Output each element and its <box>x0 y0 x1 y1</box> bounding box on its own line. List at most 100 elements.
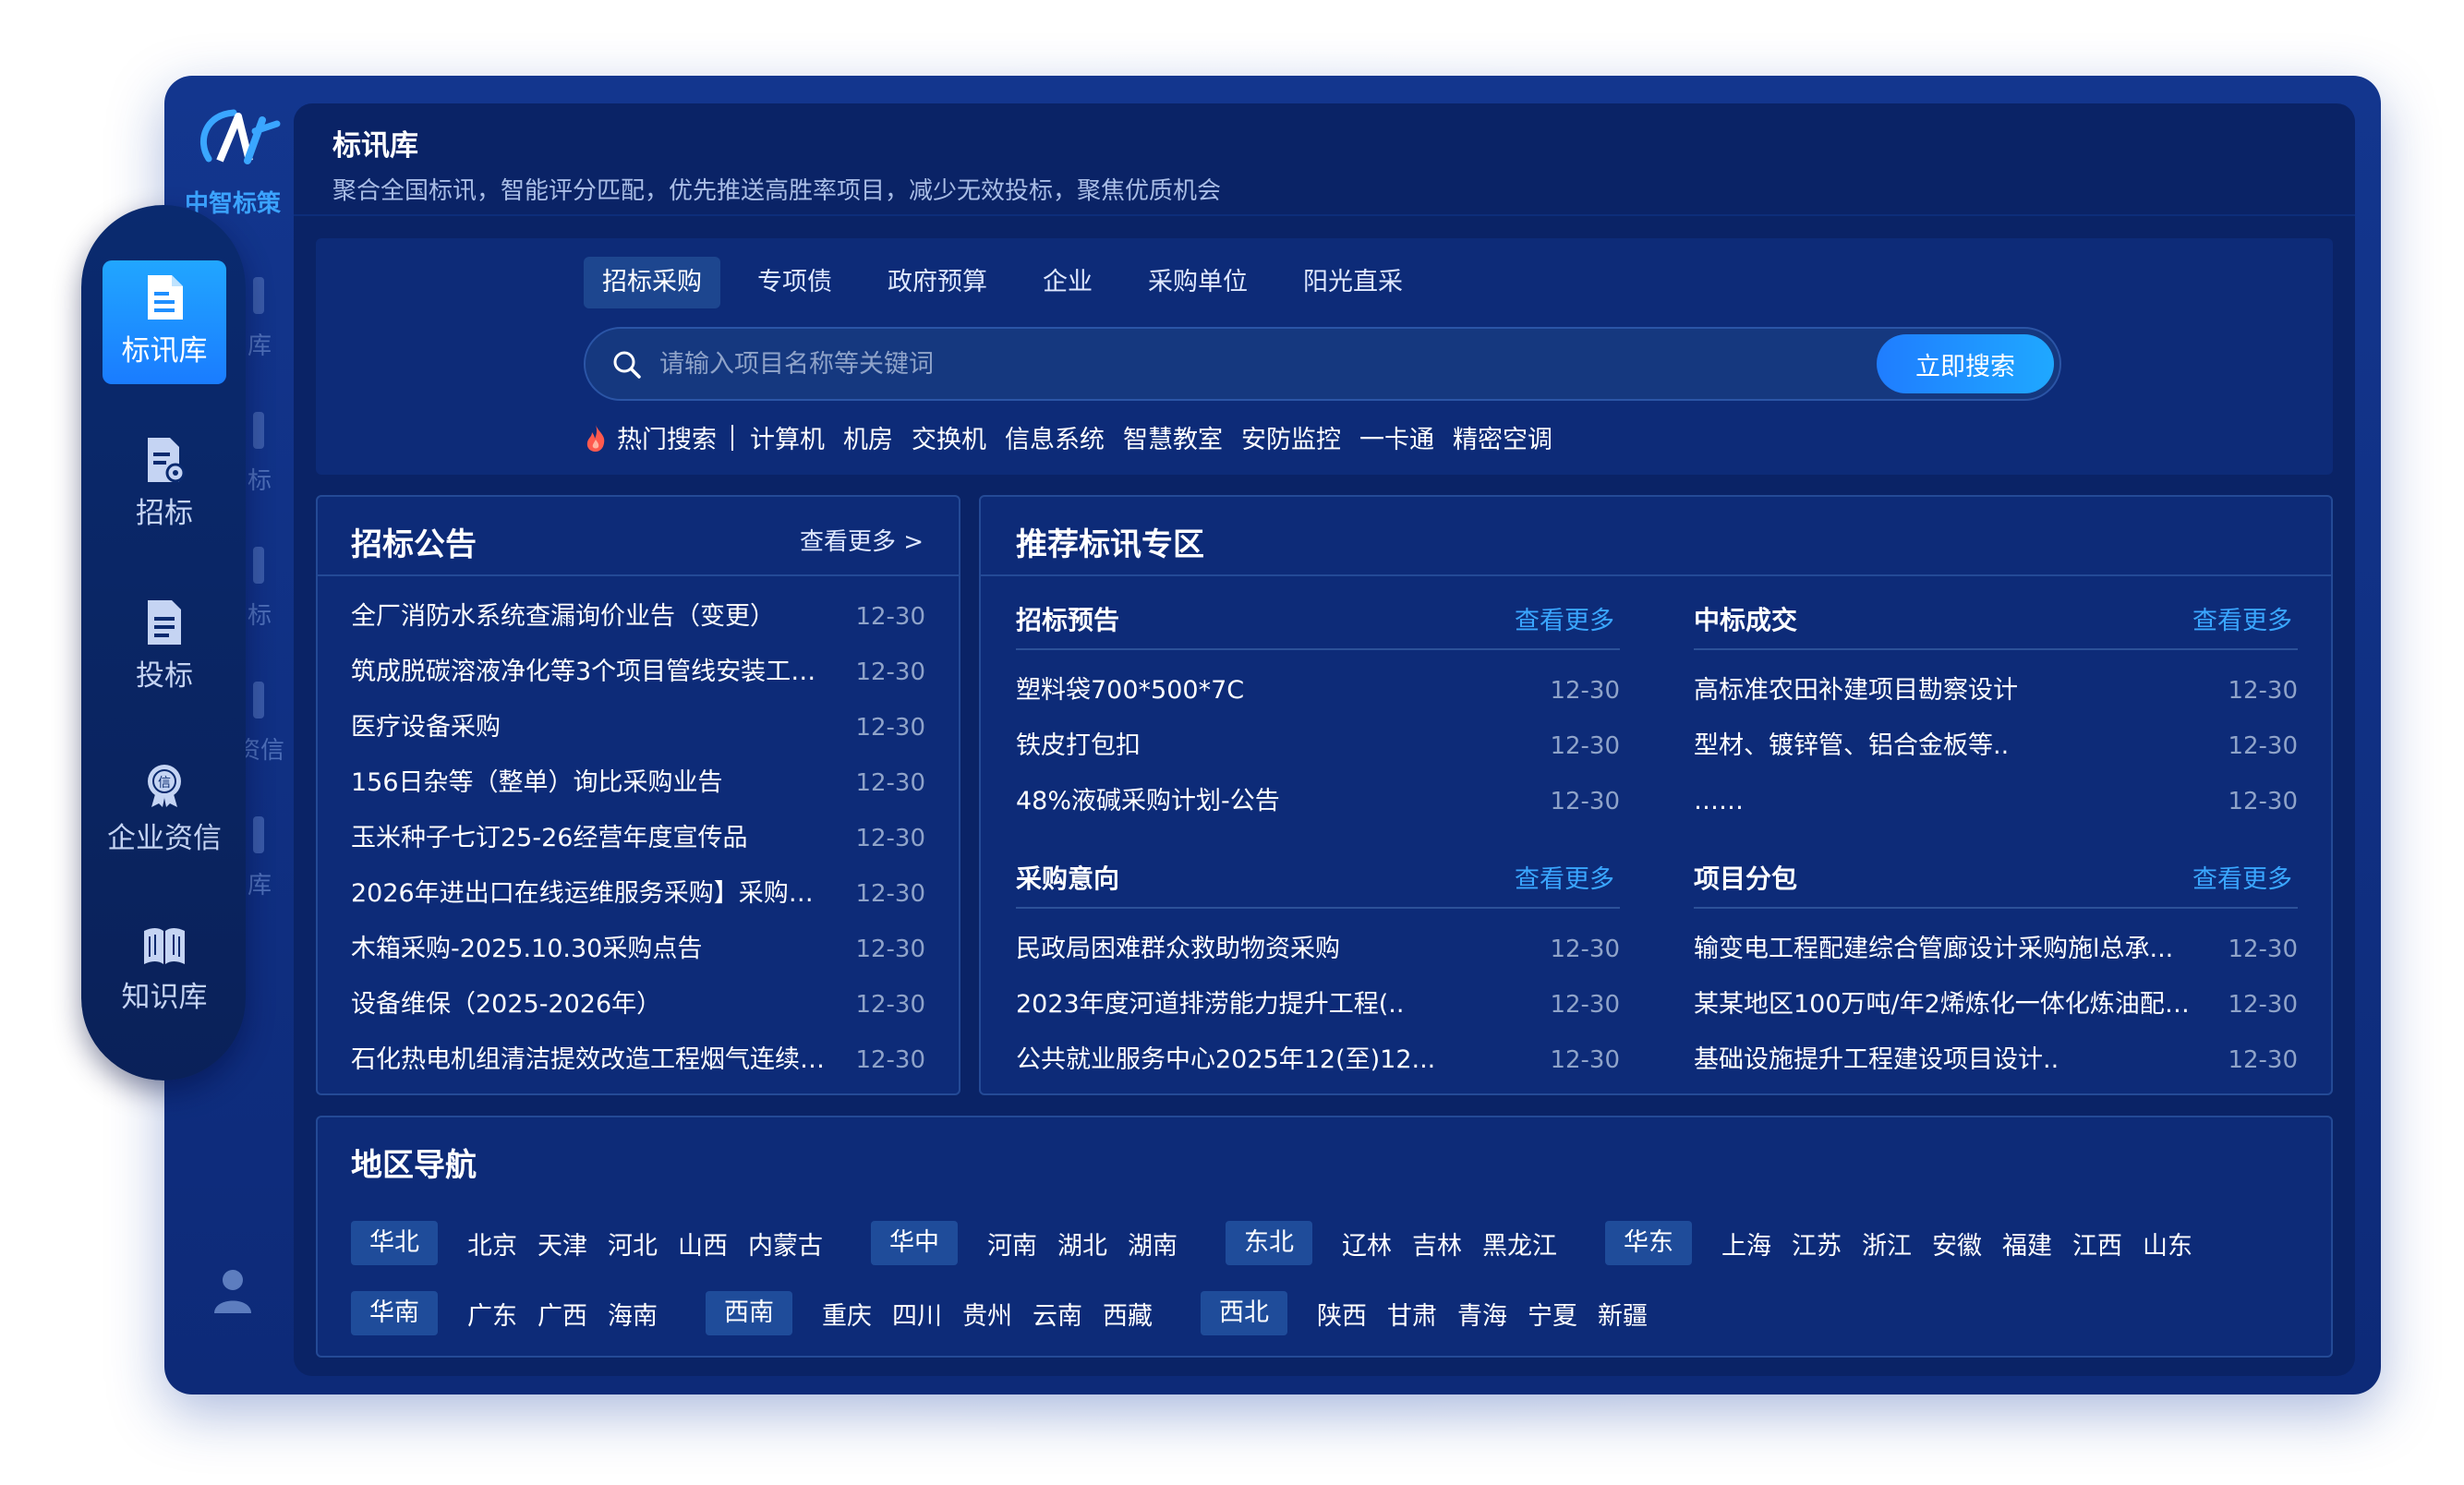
region-city[interactable]: 北京 <box>467 1225 517 1262</box>
region-city[interactable]: 内蒙古 <box>748 1225 823 1262</box>
region-city[interactable]: 河南 <box>987 1225 1037 1262</box>
hot-keyword[interactable]: 安防监控 <box>1241 419 1341 455</box>
recommend-row[interactable]: 铁皮打包扣 12-30 <box>1016 728 1620 765</box>
recommend-row[interactable]: 2023年度河道排涝能力提升工程(.. 12-30 <box>1016 986 1620 1023</box>
nav-item-knowledge[interactable]: 知识库 <box>103 911 226 1034</box>
region-city[interactable]: 宁夏 <box>1528 1296 1577 1332</box>
region-city[interactable]: 甘肃 <box>1387 1296 1437 1332</box>
tab-special-bonds[interactable]: 专项债 <box>739 257 851 308</box>
recommend-row[interactable]: 塑料袋700*500*7C 12-30 <box>1016 672 1620 709</box>
region-city[interactable]: 陕西 <box>1317 1296 1367 1332</box>
document-list-icon <box>148 600 181 645</box>
tab-government-budget[interactable]: 政府预算 <box>869 257 1006 308</box>
region-city[interactable]: 江西 <box>2072 1225 2122 1262</box>
search-input[interactable] <box>659 338 1768 390</box>
recommend-row[interactable]: …… 12-30 <box>1694 783 2298 820</box>
announcement-row[interactable]: 医疗设备采购 12-30 <box>351 709 925 746</box>
region-city[interactable]: 广西 <box>537 1296 587 1332</box>
hot-keyword[interactable]: 机房 <box>843 419 893 455</box>
announcement-row[interactable]: 156日杂等（整单）询比采购业告 12-30 <box>351 765 925 802</box>
recommend-divider <box>981 574 2331 576</box>
region-city[interactable]: 青海 <box>1457 1296 1507 1332</box>
section-more-intent[interactable]: 查看更多 <box>1515 859 1614 895</box>
hot-keyword[interactable]: 精密空调 <box>1453 419 1552 455</box>
nav-label: 企业资信 <box>107 822 222 855</box>
region-city[interactable]: 浙江 <box>1862 1225 1912 1262</box>
region-city[interactable]: 广东 <box>467 1296 517 1332</box>
tab-bidding-procurement[interactable]: 招标采购 <box>584 257 720 308</box>
region-tag[interactable]: 东北 <box>1226 1221 1312 1265</box>
section-more-preview[interactable]: 查看更多 <box>1515 600 1614 636</box>
region-tag[interactable]: 西北 <box>1201 1291 1287 1335</box>
nav-item-tender[interactable]: 投标 <box>103 586 226 709</box>
tab-direct-purchase[interactable]: 阳光直采 <box>1285 257 1421 308</box>
announcement-row[interactable]: 全厂消防水系统查漏询价业告（变更） 12-30 <box>351 598 925 635</box>
region-tag[interactable]: 华东 <box>1605 1221 1692 1265</box>
region-city[interactable]: 贵州 <box>962 1296 1012 1332</box>
hot-separator <box>731 424 733 451</box>
region-city[interactable]: 海南 <box>608 1296 658 1332</box>
search-icon <box>613 351 641 379</box>
hot-searches: 热门搜索 计算机 机房 交换机 信息系统 智慧教室 安防监控 一卡通 精密空调 <box>584 419 1571 455</box>
region-title: 地区导航 <box>351 1147 477 1184</box>
document-gear-icon <box>148 438 186 483</box>
hot-keyword[interactable]: 智慧教室 <box>1123 419 1223 455</box>
recommend-row[interactable]: 高标准农田补建项目勘察设计 12-30 <box>1694 672 2298 709</box>
hot-keyword[interactable]: 计算机 <box>750 419 825 455</box>
region-city[interactable]: 新疆 <box>1598 1296 1648 1332</box>
search-tabs: 招标采购 专项债 政府预算 企业 采购单位 阳光直采 <box>584 257 1440 308</box>
section-more-awarded[interactable]: 查看更多 <box>2192 600 2292 636</box>
region-city[interactable]: 湖北 <box>1057 1225 1107 1262</box>
section-more-subcontract[interactable]: 查看更多 <box>2192 859 2292 895</box>
document-icon <box>148 275 183 320</box>
region-city[interactable]: 重庆 <box>822 1296 872 1332</box>
recommend-row[interactable]: 48%液碱采购计划-公告 12-30 <box>1016 783 1620 820</box>
region-city[interactable]: 河北 <box>608 1225 658 1262</box>
nav-item-bidding[interactable]: 招标 <box>103 423 226 547</box>
region-city[interactable]: 山东 <box>2143 1225 2192 1262</box>
region-city[interactable]: 江苏 <box>1792 1225 1842 1262</box>
region-city[interactable]: 四川 <box>892 1296 942 1332</box>
region-city[interactable]: 西藏 <box>1103 1296 1153 1332</box>
recommend-row[interactable]: 某某地区100万吨/年2烯炼化一体化炼油配套工程 12-30 <box>1694 986 2298 1023</box>
announcement-row[interactable]: 筑成脱碳溶液净化等3个项目管线安装工程询价 12-30 <box>351 654 925 691</box>
announcement-row[interactable]: 2026年进出口在线运维服务采购】采购公告 12-30 <box>351 875 925 912</box>
region-city[interactable]: 安徽 <box>1932 1225 1982 1262</box>
region-tag[interactable]: 华中 <box>871 1221 958 1265</box>
announcement-row[interactable]: 石化热电机组清洁提效改造工程烟气连续监测 12-30 <box>351 1042 925 1079</box>
tab-procurement-unit[interactable]: 采购单位 <box>1129 257 1266 308</box>
recommend-row[interactable]: 基础设施提升工程建设项目设计.. 12-30 <box>1694 1042 2298 1079</box>
announcement-row[interactable]: 玉米种子七订25-26经营年度宣传品 12-30 <box>351 820 925 857</box>
region-row: 华北 北京 天津 河北 山西 内蒙古 华中 河南 湖北 湖南 东北 辽林 吉林 … <box>351 1221 2213 1265</box>
region-city[interactable]: 山西 <box>678 1225 728 1262</box>
hot-keyword[interactable]: 一卡通 <box>1359 419 1434 455</box>
recommend-row[interactable]: 公共就业服务中心2025年12(至)12... 12-30 <box>1016 1042 1620 1079</box>
search-button[interactable]: 立即搜索 <box>1877 334 2054 393</box>
recommend-row[interactable]: 输变电工程配建综合管廊设计采购施l总承... 12-30 <box>1694 931 2298 968</box>
region-tag[interactable]: 西南 <box>706 1291 792 1335</box>
recommend-row[interactable]: 型材、镀锌管、铝合金板等.. 12-30 <box>1694 728 2298 765</box>
region-city[interactable]: 福建 <box>2002 1225 2052 1262</box>
region-tag[interactable]: 华北 <box>351 1221 438 1265</box>
hot-keyword[interactable]: 信息系统 <box>1005 419 1105 455</box>
announcement-row[interactable]: 木箱采购-2025.10.30采购点告 12-30 <box>351 931 925 968</box>
region-city[interactable]: 黑龙江 <box>1482 1225 1557 1262</box>
region-city[interactable]: 吉林 <box>1412 1225 1462 1262</box>
region-city[interactable]: 上海 <box>1721 1225 1771 1262</box>
region-city[interactable]: 湖南 <box>1128 1225 1178 1262</box>
region-city[interactable]: 天津 <box>537 1225 587 1262</box>
announcement-row[interactable]: 设备维保（2025-2026年） 12-30 <box>351 986 925 1023</box>
user-avatar-icon[interactable] <box>212 1267 253 1315</box>
credit-badge-icon: 信 <box>148 765 181 807</box>
announcements-more-link[interactable]: 查看更多 > <box>800 523 924 557</box>
rail-ghost-item: 库 <box>248 816 288 900</box>
nav-item-bid-library[interactable]: 标讯库 <box>103 260 226 384</box>
hot-keyword[interactable]: 交换机 <box>912 419 986 455</box>
tab-enterprise[interactable]: 企业 <box>1024 257 1111 308</box>
nav-item-credit[interactable]: 信 企业资信 <box>103 748 226 872</box>
region-city[interactable]: 云南 <box>1033 1296 1082 1332</box>
recommend-row[interactable]: 民政局困难群众救助物资采购 12-30 <box>1016 931 1620 968</box>
region-tag[interactable]: 华南 <box>351 1291 438 1335</box>
region-city[interactable]: 辽林 <box>1342 1225 1392 1262</box>
nav-label: 知识库 <box>121 981 208 1014</box>
